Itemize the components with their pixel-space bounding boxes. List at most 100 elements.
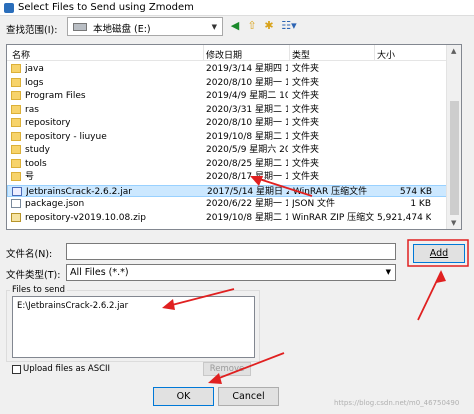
view-menu-icon[interactable]: ☷▾ (279, 19, 299, 33)
folder-icon (11, 91, 21, 100)
app-icon (4, 3, 14, 13)
file-name: tools (25, 158, 47, 169)
folder-icon (11, 104, 21, 114)
folder-icon (11, 64, 21, 73)
ok-button[interactable]: OK (153, 387, 214, 406)
file-list[interactable]: 名称 修改日期 类型 大小 java2019/3/14 星期四 1...文件夹l… (6, 44, 462, 230)
file-size: 574 KB (399, 186, 432, 197)
file-date: 2020/8/25 星期二 1... (206, 158, 288, 169)
file-date: 2020/5/9 星期六 20... (206, 145, 288, 155)
file-row[interactable]: repository-v2019.10.08.zip 2019/10/8 星期二 … (7, 212, 448, 224)
chevron-down-icon: ▼ (385, 268, 391, 276)
filename-input[interactable] (66, 243, 396, 260)
zip-icon (11, 212, 21, 222)
column-size[interactable]: 大小 (377, 48, 395, 61)
file-row[interactable]: repository 2020/8/10 星期一 1... 文件夹 (7, 117, 448, 129)
lookin-value: 本地磁盘 (E:) (93, 24, 151, 35)
file-type: 文件夹 (292, 118, 320, 128)
file-size: 5,921,474 KB (377, 212, 431, 223)
watermark: https://blog.csdn.net/m0_46750490 (334, 399, 460, 407)
file-type: 文件夹 (292, 91, 320, 101)
file-name: 号 (25, 172, 35, 182)
file-row[interactable]: JetbrainsCrack-2.6.2.jar 2017/5/14 星期日 2.… (7, 184, 448, 197)
ascii-checkbox[interactable] (12, 365, 21, 374)
file-type: WinRAR ZIP 压缩文件 (292, 212, 374, 223)
lookin-label: 查找范围(I): (6, 25, 58, 36)
files-to-send-title: Files to send (10, 285, 68, 295)
chevron-down-icon: ▼ (211, 23, 217, 31)
column-type[interactable]: 类型 (292, 48, 310, 61)
arrow-head-icon (436, 270, 446, 283)
new-folder-icon[interactable]: ✱ (262, 19, 276, 33)
scroll-up-icon[interactable]: ▲ (451, 47, 456, 55)
folder-icon (11, 77, 21, 87)
filetype-dropdown[interactable]: All Files (*.*) ▼ (66, 264, 396, 281)
list-header: 名称 修改日期 类型 大小 (7, 45, 448, 61)
file-row[interactable]: java 2019/3/14 星期四 1... 文件夹 (7, 63, 448, 75)
folder-icon (11, 158, 21, 168)
jar-icon (12, 186, 22, 196)
file-name: repository-v2019.10.08.zip (25, 212, 147, 223)
file-type: JSON 文件 (292, 199, 336, 209)
file-row[interactable]: 号 2020/8/17 星期一 1... 文件夹 (7, 171, 448, 183)
scroll-down-icon[interactable]: ▼ (451, 219, 456, 227)
file-size: 1 KB (410, 199, 431, 209)
window-title: Select Files to Send using Zmodem (18, 2, 194, 13)
file-name: ras (25, 104, 39, 115)
file-row[interactable]: tools 2020/8/25 星期二 1... 文件夹 (7, 158, 448, 170)
file-type: 文件夹 (292, 172, 320, 182)
file-row[interactable]: package.json 2020/6/22 星期一 1... JSON 文件 1 K… (7, 198, 448, 210)
folder-icon (11, 118, 21, 127)
files-to-send-list[interactable]: E:\JetbrainsCrack-2.6.2.jar (12, 296, 255, 358)
file-date: 2017/5/14 星期日 2... (207, 186, 289, 197)
file-row[interactable]: Program Files 2019/4/9 星期二 10... 文件夹 (7, 90, 448, 102)
arrow-to-add (417, 271, 442, 321)
file-type: 文件夹 (292, 64, 320, 74)
file-name: java (25, 64, 44, 74)
file-date: 2020/8/10 星期一 1... (206, 77, 288, 88)
folder-icon (11, 172, 21, 181)
filetype-value: All Files (*.*) (70, 267, 129, 278)
file-row[interactable]: study 2020/5/9 星期六 20... 文件夹 (7, 144, 448, 156)
folder-icon (11, 131, 21, 141)
file-type: WinRAR 压缩文件 (293, 186, 368, 197)
file-date: 2019/4/9 星期二 10... (206, 91, 288, 101)
file-date: 2020/8/10 星期一 1... (206, 118, 288, 128)
json-file-icon (11, 199, 21, 208)
list-item[interactable]: E:\JetbrainsCrack-2.6.2.jar (17, 301, 128, 311)
file-row[interactable]: repository - liuyue 2019/10/8 星期二 1... 文件夹 (7, 131, 448, 143)
lookin-dropdown[interactable]: 本地磁盘 (E:) ▼ (67, 17, 223, 36)
filetype-label: 文件类型(T): (6, 270, 61, 281)
file-name: logs (25, 77, 44, 88)
file-date: 2019/3/14 星期四 1... (206, 64, 288, 74)
back-icon[interactable]: ◀ (228, 19, 242, 33)
title-bar: Select Files to Send using Zmodem (0, 0, 474, 16)
file-date: 2020/6/22 星期一 1... (206, 199, 288, 209)
file-type: 文件夹 (292, 158, 320, 169)
cancel-button[interactable]: Cancel (218, 387, 279, 406)
file-date: 2019/10/8 星期二 1... (206, 131, 288, 142)
file-row[interactable]: logs 2020/8/10 星期一 1... 文件夹 (7, 77, 448, 89)
folder-icon (11, 145, 21, 154)
file-type: 文件夹 (292, 77, 320, 88)
up-folder-icon[interactable]: ⇧ (245, 19, 259, 33)
file-type: 文件夹 (292, 145, 320, 155)
column-date[interactable]: 修改日期 (206, 48, 242, 61)
scroll-thumb[interactable] (450, 101, 459, 215)
file-row[interactable]: ras 2020/3/31 星期二 1... 文件夹 (7, 104, 448, 116)
remove-button[interactable]: Remove (203, 362, 251, 376)
vertical-scrollbar[interactable]: ▲ ▼ (446, 45, 461, 229)
file-type: 文件夹 (292, 104, 320, 115)
file-name: repository - liuyue (25, 131, 107, 142)
drive-icon (73, 23, 87, 31)
filename-label: 文件名(N): (6, 249, 53, 260)
file-name: repository (25, 118, 71, 128)
file-date: 2020/3/31 星期二 1... (206, 104, 288, 115)
file-type: 文件夹 (292, 131, 320, 142)
add-button[interactable]: Add (413, 244, 465, 263)
file-date: 2020/8/17 星期一 1... (206, 172, 288, 182)
ascii-checkbox-label: Upload files as ASCII (23, 364, 111, 374)
column-name[interactable]: 名称 (12, 48, 30, 61)
file-date: 2019/10/8 星期二 1... (206, 212, 288, 223)
file-name: Program Files (25, 91, 86, 101)
